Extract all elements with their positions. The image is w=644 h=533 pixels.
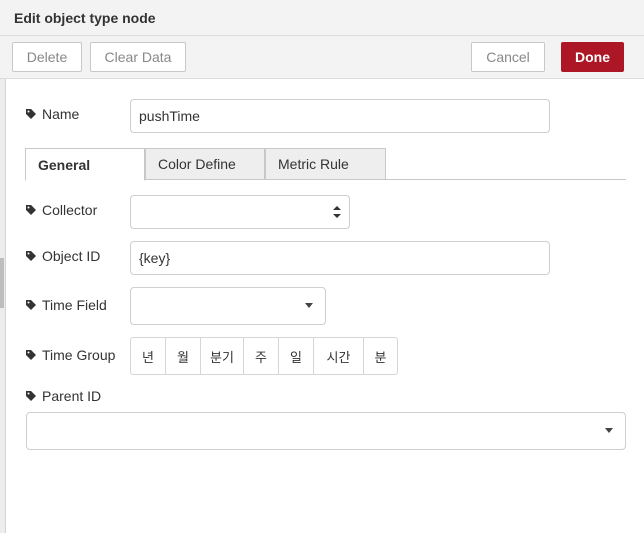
done-button[interactable]: Done: [561, 42, 624, 72]
time-field-label: Time Field: [42, 297, 107, 313]
object-id-label: Object ID: [42, 248, 101, 264]
tab-metric-rule[interactable]: Metric Rule: [265, 148, 386, 180]
tab-color-define[interactable]: Color Define: [145, 148, 265, 180]
time-field-label-row: Time Field: [26, 297, 107, 313]
object-id-input[interactable]: {key}: [130, 241, 550, 275]
time-group-year-button[interactable]: 년: [130, 337, 166, 375]
time-group-label: Time Group: [42, 347, 116, 363]
tab-general[interactable]: General: [25, 148, 145, 181]
time-group-month-button[interactable]: 월: [165, 337, 201, 375]
parent-id-label-row: Parent ID: [26, 388, 101, 404]
resize-handle[interactable]: [0, 258, 4, 308]
time-field-dropdown[interactable]: [130, 287, 326, 325]
dialog-toolbar: Delete Clear Data Cancel Done: [0, 36, 644, 79]
chevron-down-icon: [305, 303, 313, 308]
parent-id-dropdown[interactable]: [26, 412, 626, 450]
time-group-minute-button[interactable]: 분: [363, 337, 398, 375]
delete-button[interactable]: Delete: [12, 42, 82, 72]
dialog-titlebar: Edit object type node: [0, 0, 644, 36]
name-input[interactable]: pushTime: [130, 99, 550, 133]
tag-icon: [26, 251, 36, 261]
collector-label: Collector: [42, 202, 98, 218]
tag-icon: [26, 391, 36, 401]
clear-data-button[interactable]: Clear Data: [90, 42, 186, 72]
chevron-down-icon: [605, 428, 613, 433]
dialog-title: Edit object type node: [14, 10, 156, 26]
time-group-week-button[interactable]: 주: [243, 337, 279, 375]
collector-select[interactable]: [130, 195, 350, 229]
name-label-row: Name: [26, 106, 79, 122]
cancel-button[interactable]: Cancel: [471, 42, 545, 72]
select-arrows-icon: [333, 206, 341, 218]
time-group-hour-button[interactable]: 시간: [313, 337, 364, 375]
tag-icon: [26, 350, 36, 360]
object-id-label-row: Object ID: [26, 248, 100, 264]
tag-icon: [26, 205, 36, 215]
time-group-buttons: 년 월 분기 주 일 시간 분: [130, 337, 398, 375]
parent-id-label: Parent ID: [42, 388, 102, 404]
collector-label-row: Collector: [26, 202, 97, 218]
time-group-quarter-button[interactable]: 분기: [200, 337, 244, 375]
time-group-day-button[interactable]: 일: [278, 337, 314, 375]
tag-icon: [26, 109, 36, 119]
name-label: Name: [42, 106, 80, 122]
tag-icon: [26, 300, 36, 310]
time-group-label-row: Time Group: [26, 347, 115, 363]
